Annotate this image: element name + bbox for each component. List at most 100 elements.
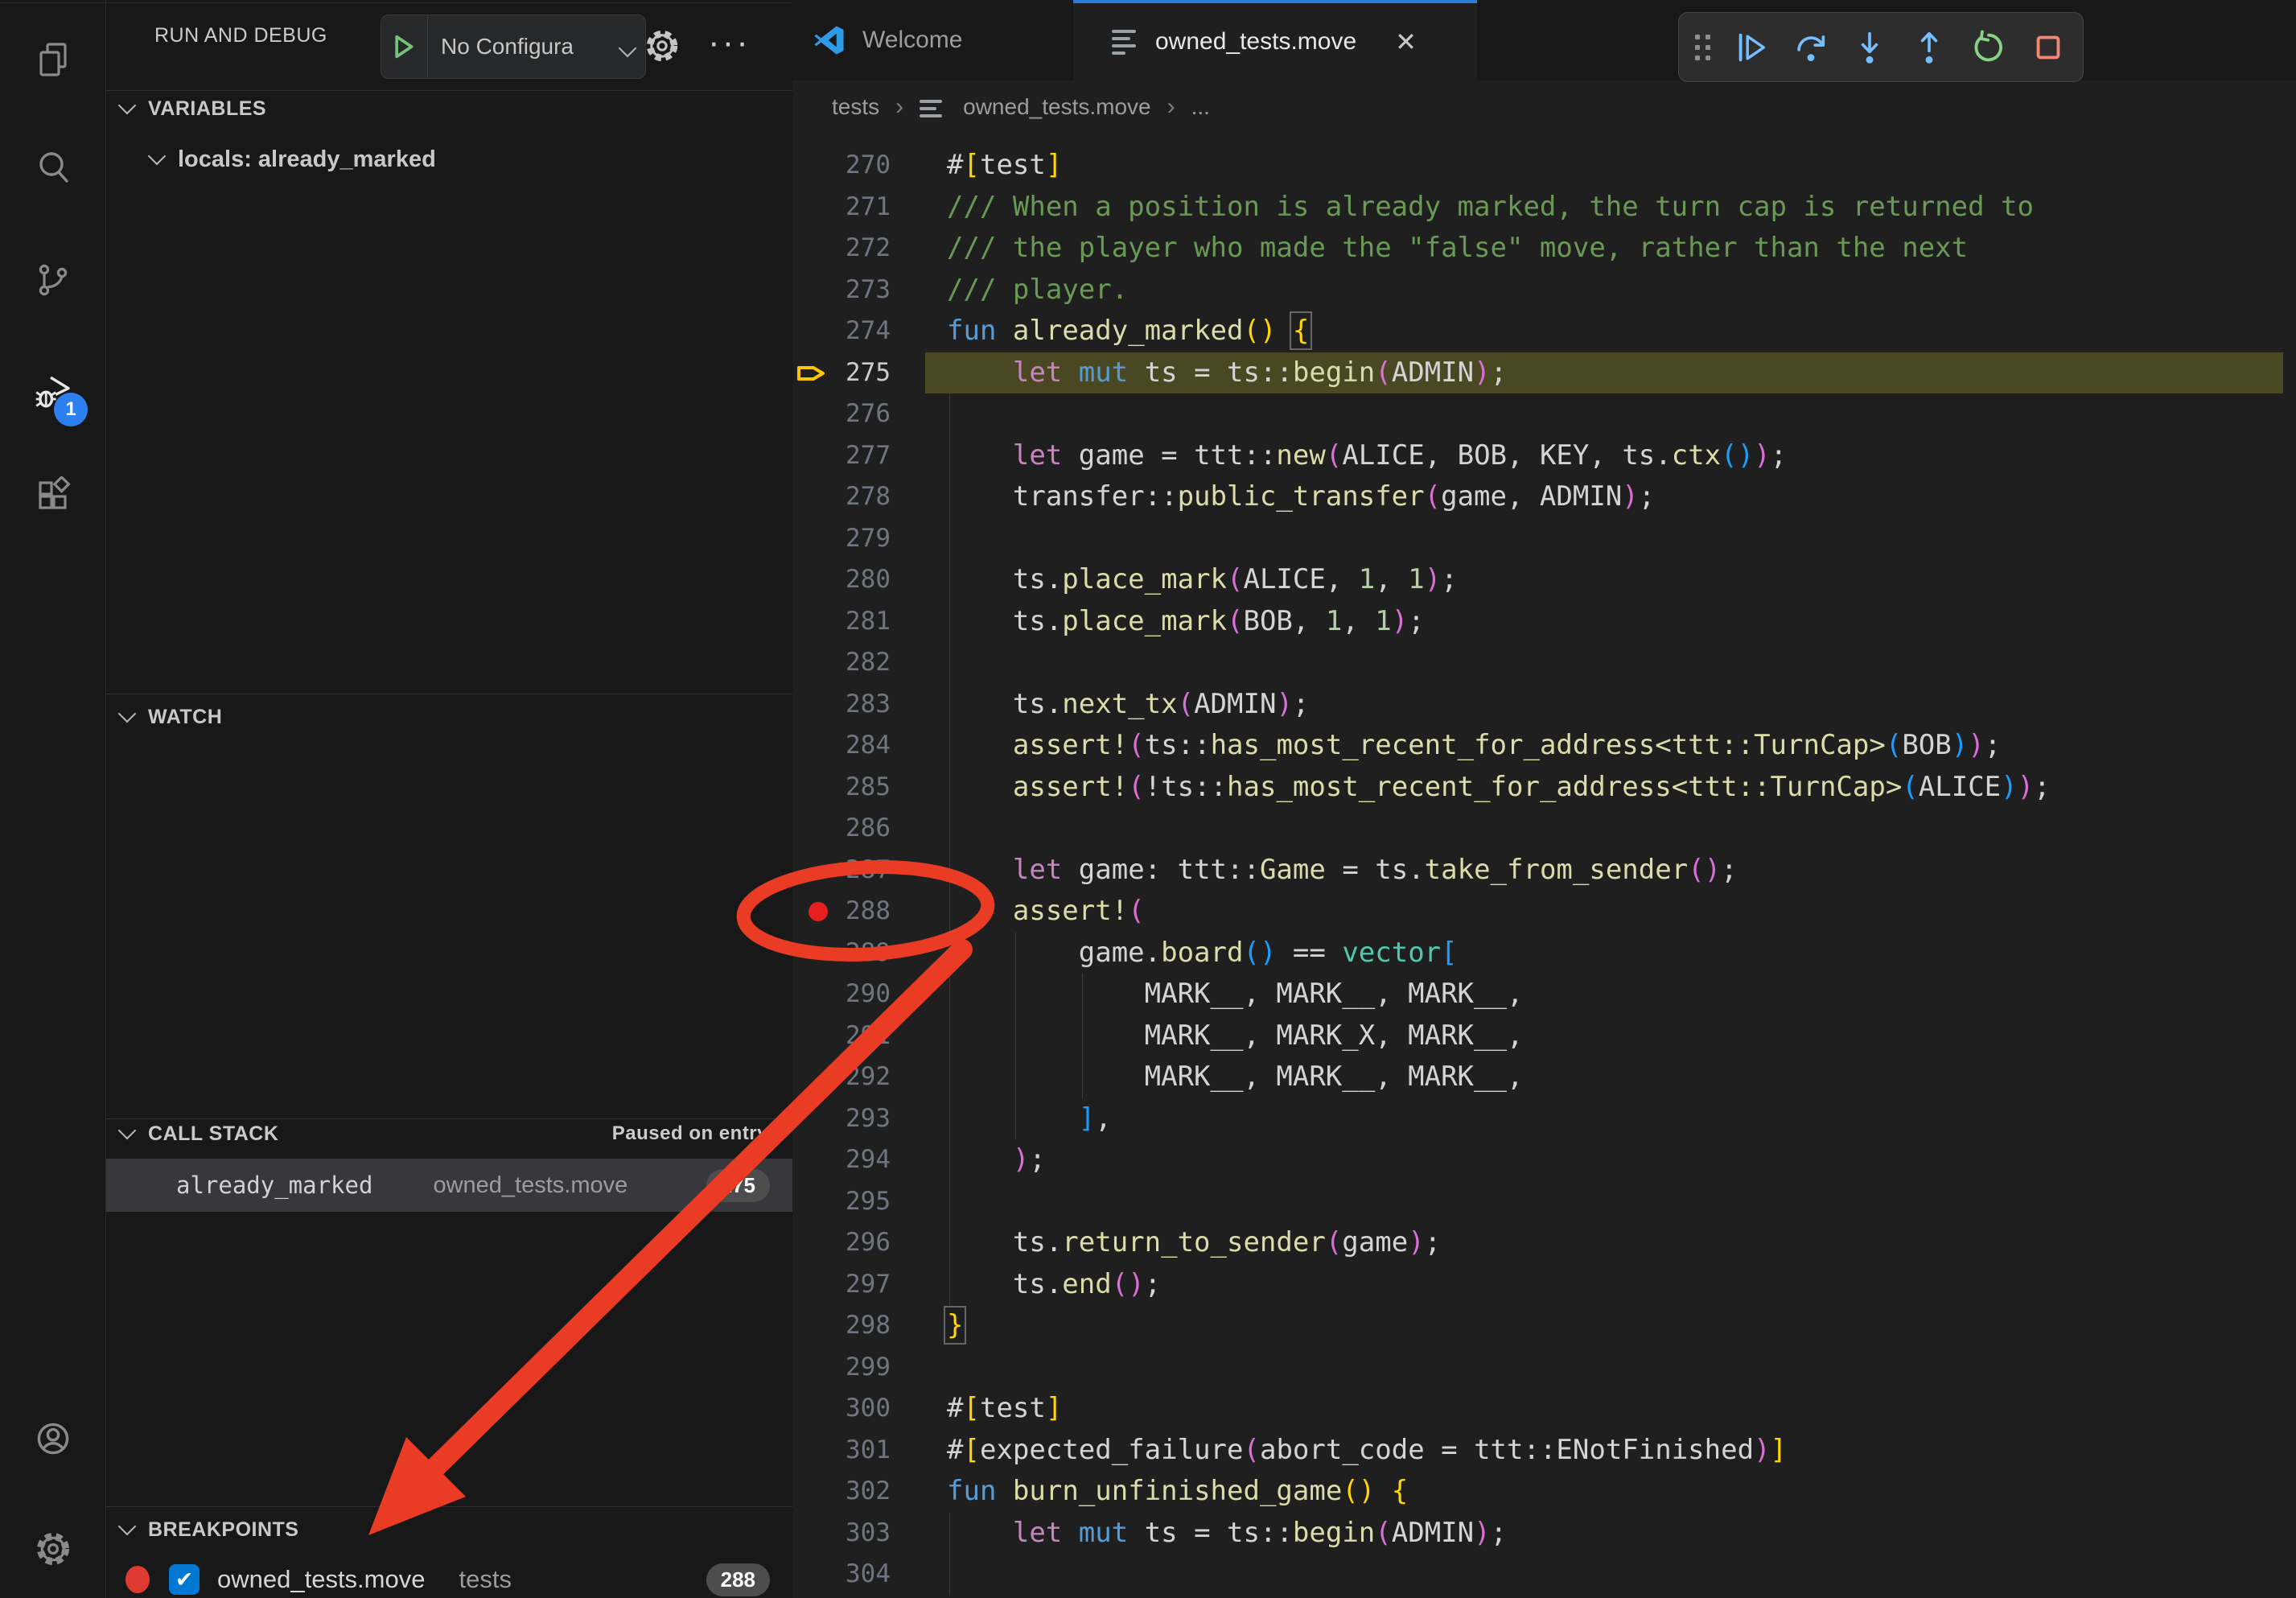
line-number[interactable]: 304 [792, 1554, 891, 1596]
code-line[interactable]: 290 MARK__, MARK__, MARK__, [792, 974, 2296, 1015]
code-line[interactable]: 276 [792, 393, 2296, 435]
line-number[interactable]: 302 [792, 1471, 891, 1513]
explorer-icon[interactable] [34, 40, 72, 79]
breakpoints-section-header[interactable]: BREAKPOINTS [106, 1511, 792, 1548]
restart-button[interactable] [1970, 29, 2007, 66]
code-line[interactable]: 285 assert!(!ts::has_most_recent_for_add… [792, 767, 2296, 809]
code-line[interactable]: 272/// the player who made the "false" m… [792, 228, 2296, 270]
code-line[interactable]: 282 [792, 642, 2296, 684]
stop-button[interactable] [2030, 29, 2067, 66]
watch-section-header[interactable]: WATCH [106, 698, 792, 735]
code-line[interactable]: 270#[test] [792, 145, 2296, 187]
code-line[interactable]: 302fun burn_unfinished_game() { [792, 1471, 2296, 1513]
line-number[interactable]: 271 [792, 187, 891, 229]
breadcrumb-item[interactable]: tests [832, 94, 879, 120]
line-number[interactable]: 278 [792, 476, 891, 518]
code-line[interactable]: 293 ], [792, 1098, 2296, 1140]
code-line[interactable]: 304 [792, 1554, 2296, 1596]
line-number[interactable]: 272 [792, 228, 891, 270]
code-line[interactable]: 288 assert!( [792, 891, 2296, 933]
continue-button[interactable] [1733, 29, 1770, 66]
tab-owned-tests[interactable]: owned_tests.move ✕ [1073, 0, 1477, 80]
line-number[interactable]: 291 [792, 1015, 891, 1057]
extensions-icon[interactable] [34, 476, 72, 515]
line-number[interactable]: 280 [792, 559, 891, 601]
code-line[interactable]: 299 [792, 1347, 2296, 1389]
code-line[interactable]: 281 ts.place_mark(BOB, 1, 1); [792, 601, 2296, 643]
settings-gear-icon[interactable] [34, 1530, 72, 1568]
line-number[interactable]: 277 [792, 435, 891, 477]
line-number[interactable]: 300 [792, 1388, 891, 1430]
line-number[interactable]: 290 [792, 974, 891, 1015]
line-number[interactable]: 286 [792, 808, 891, 850]
line-number[interactable]: 301 [792, 1430, 891, 1472]
close-tab-icon[interactable]: ✕ [1395, 27, 1417, 57]
code-line[interactable]: 277 let game = ttt::new(ALICE, BOB, KEY,… [792, 435, 2296, 477]
line-number[interactable]: 295 [792, 1181, 891, 1223]
line-number[interactable]: 284 [792, 725, 891, 767]
code-line[interactable]: 283 ts.next_tx(ADMIN); [792, 684, 2296, 726]
variables-section-header[interactable]: VARIABLES [106, 90, 792, 127]
code-line[interactable]: 280 ts.place_mark(ALICE, 1, 1); [792, 559, 2296, 601]
line-number[interactable]: 279 [792, 518, 891, 560]
more-actions-icon[interactable]: ··· [708, 23, 751, 63]
tab-welcome[interactable]: Welcome [792, 0, 1070, 80]
line-number[interactable]: 274 [792, 311, 891, 352]
start-debug-icon[interactable] [381, 15, 428, 78]
account-icon[interactable] [34, 1419, 72, 1458]
code-line[interactable]: 301#[expected_failure(abort_code = ttt::… [792, 1430, 2296, 1472]
line-number[interactable]: 276 [792, 393, 891, 435]
variables-scope-row[interactable]: locals: already_marked [106, 138, 792, 180]
line-number[interactable]: 298 [792, 1305, 891, 1347]
code-line[interactable]: 297 ts.end(); [792, 1264, 2296, 1306]
code-line[interactable]: 273/// player. [792, 270, 2296, 311]
line-number[interactable]: 287 [792, 850, 891, 892]
line-number[interactable]: 292 [792, 1056, 891, 1098]
code-line[interactable]: 278 transfer::public_transfer(game, ADMI… [792, 476, 2296, 518]
line-number[interactable]: 289 [792, 933, 891, 974]
line-number[interactable]: 303 [792, 1513, 891, 1555]
line-number[interactable]: 270 [792, 145, 891, 187]
line-number[interactable]: 285 [792, 767, 891, 809]
code-line[interactable]: 303 let mut ts = ts::begin(ADMIN); [792, 1513, 2296, 1555]
code-line[interactable]: 298} [792, 1305, 2296, 1347]
code-line[interactable]: 275 let mut ts = ts::begin(ADMIN); [792, 352, 2296, 394]
breadcrumb-item[interactable]: owned_tests.move [963, 94, 1150, 120]
line-number[interactable]: 282 [792, 642, 891, 684]
line-number[interactable]: 299 [792, 1347, 891, 1389]
code-editor[interactable]: 270#[test]271/// When a position is alre… [792, 134, 2296, 1598]
breakpoint-item[interactable]: ✔owned_tests.movetests288 [106, 1555, 792, 1598]
code-line[interactable]: 294 ); [792, 1139, 2296, 1181]
code-line[interactable]: 284 assert!(ts::has_most_recent_for_addr… [792, 725, 2296, 767]
drag-grip-icon[interactable] [1695, 35, 1710, 60]
line-number[interactable]: 296 [792, 1222, 891, 1264]
code-line[interactable]: 279 [792, 518, 2296, 560]
code-line[interactable]: 300#[test] [792, 1388, 2296, 1430]
code-line[interactable]: 291 MARK__, MARK_X, MARK__, [792, 1015, 2296, 1057]
breakpoint-checkbox[interactable]: ✔ [169, 1564, 200, 1595]
line-number[interactable]: 275 [792, 352, 891, 394]
code-line[interactable]: 289 game.board() == vector[ [792, 933, 2296, 974]
call-stack-section-header[interactable]: CALL STACK Paused on entry [106, 1115, 792, 1152]
code-line[interactable]: 292 MARK__, MARK__, MARK__, [792, 1056, 2296, 1098]
code-line[interactable]: 287 let game: ttt::Game = ts.take_from_s… [792, 850, 2296, 892]
step-over-button[interactable] [1792, 29, 1829, 66]
debug-settings-gear-icon[interactable] [644, 27, 681, 64]
step-out-button[interactable] [1911, 29, 1948, 66]
line-number[interactable]: 294 [792, 1139, 891, 1181]
search-icon[interactable] [34, 147, 72, 186]
launch-config-dropdown[interactable]: No Configura [381, 14, 646, 79]
code-line[interactable]: 271/// When a position is already marked… [792, 187, 2296, 229]
line-number[interactable]: 273 [792, 270, 891, 311]
call-stack-frame[interactable]: already_markedowned_tests.move275 [106, 1159, 792, 1212]
code-line[interactable]: 274fun already_marked() { [792, 311, 2296, 352]
code-line[interactable]: 296 ts.return_to_sender(game); [792, 1222, 2296, 1264]
line-number[interactable]: 293 [792, 1098, 891, 1140]
code-line[interactable]: 286 [792, 808, 2296, 850]
breadcrumb[interactable]: tests›owned_tests.move›... [792, 80, 2296, 134]
line-number[interactable]: 281 [792, 601, 891, 643]
line-number[interactable]: 297 [792, 1264, 891, 1306]
line-number[interactable]: 288 [792, 891, 891, 933]
step-into-button[interactable] [1851, 29, 1888, 66]
source-control-icon[interactable] [34, 261, 72, 299]
